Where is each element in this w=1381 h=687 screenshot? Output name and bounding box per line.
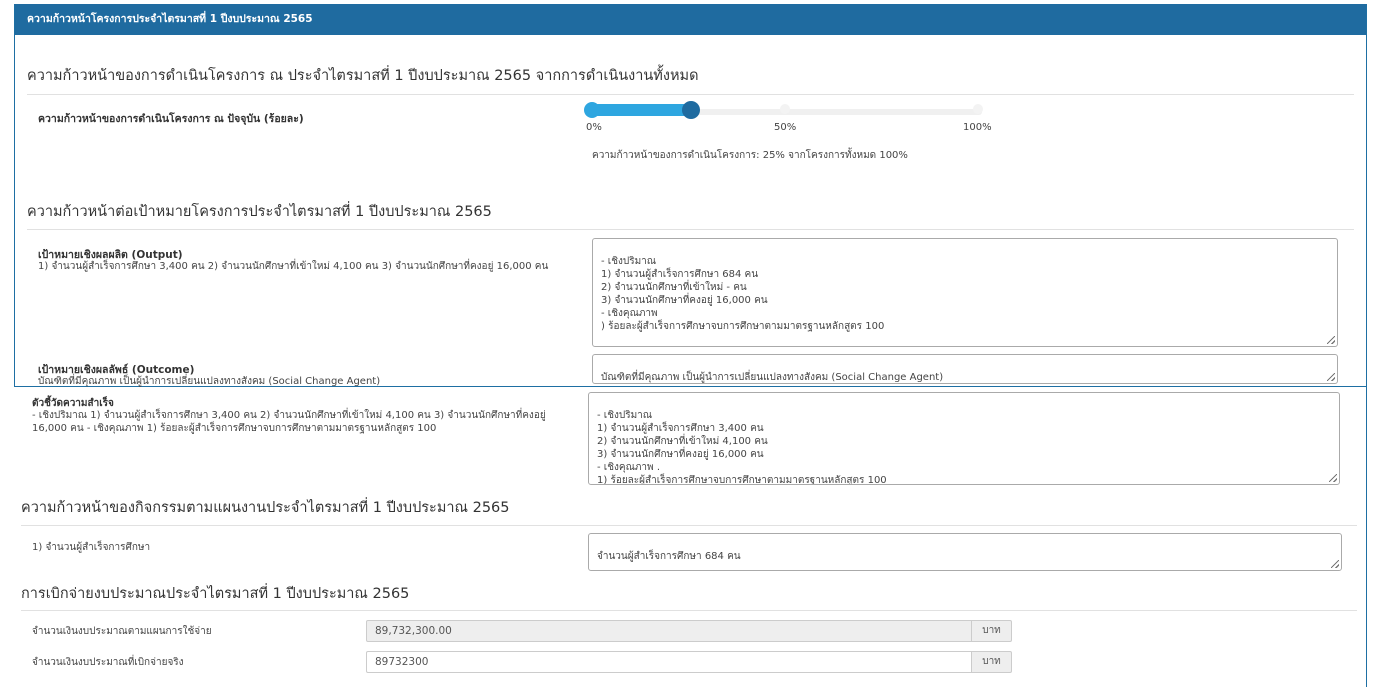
actual-budget-unit: บาท	[972, 651, 1012, 673]
divider	[27, 94, 1354, 95]
output-progress-text: - เชิงปริมาณ 1) จำนวนผู้สำเร็จการศึกษา 6…	[601, 256, 885, 332]
outcome-progress-textarea[interactable]: บัณฑิตที่มีคุณภาพ เป็นผู้นำการเปลี่ยนแปล…	[592, 354, 1338, 384]
planned-budget-label: จำนวนเงินงบประมาณตามแผนการใช้จ่าย	[32, 626, 212, 637]
resize-handle[interactable]	[1331, 560, 1339, 568]
progress-summary-text: ความก้าวหน้าของการดำเนินโครงการ: 25% จาก…	[592, 150, 908, 161]
section-title-activity-progress: ความก้าวหน้าของกิจกรรมตามแผนงานประจำไตรม…	[21, 500, 510, 516]
output-progress-textarea[interactable]: - เชิงปริมาณ 1) จำนวนผู้สำเร็จการศึกษา 6…	[592, 238, 1338, 347]
kpi-description: - เชิงปริมาณ 1) จำนวนผู้สำเร็จการศึกษา 3…	[32, 410, 546, 434]
resize-handle[interactable]	[1329, 474, 1337, 482]
section-title-target-progress: ความก้าวหน้าต่อเป้าหมายโครงการประจำไตรมา…	[27, 204, 492, 220]
panel-header: ความก้าวหน้าโครงการประจำไตรมาสที่ 1 ปีงบ…	[15, 4, 1366, 35]
tick-label-0: 0%	[586, 122, 602, 133]
resize-handle[interactable]	[1327, 336, 1335, 344]
slider-tick-50	[780, 104, 790, 114]
planned-budget-unit: บาท	[972, 620, 1012, 642]
slider-start-knob	[584, 102, 600, 118]
activity-progress-textarea[interactable]: จำนวนผู้สำเร็จการศึกษา 684 คน	[588, 533, 1342, 571]
kpi-progress-textarea[interactable]: - เชิงปริมาณ 1) จำนวนผู้สำเร็จการศึกษา 3…	[588, 392, 1340, 485]
actual-budget-input[interactable]: 89732300	[366, 651, 972, 673]
outcome-progress-text: บัณฑิตที่มีคุณภาพ เป็นผู้นำการเปลี่ยนแปล…	[601, 372, 944, 383]
section-title-overall-progress: ความก้าวหน้าของการดำเนินโครงการ ณ ประจำไ…	[27, 68, 699, 84]
progress-slider-fill	[592, 104, 690, 116]
progress-slider-handle[interactable]	[681, 101, 700, 119]
divider	[27, 229, 1354, 230]
activity-label: 1) จำนวนผู้สำเร็จการศึกษา	[32, 542, 151, 553]
slider-tick-100	[973, 104, 983, 114]
activity-progress-text: จำนวนผู้สำเร็จการศึกษา 684 คน	[597, 551, 741, 562]
kpi-progress-text: - เชิงปริมาณ 1) จำนวนผู้สำเร็จการศึกษา 3…	[597, 410, 887, 485]
tick-label-100: 100%	[963, 122, 992, 133]
progress-label: ความก้าวหน้าของการดำเนินโครงการ ณ ปัจจุบ…	[38, 113, 304, 125]
planned-budget-input: 89,732,300.00	[366, 620, 972, 642]
output-target-description: 1) จำนวนผู้สำเร็จการศึกษา 3,400 คน 2) จำ…	[38, 261, 549, 272]
divider	[21, 610, 1357, 611]
actual-budget-label: จำนวนเงินงบประมาณที่เบิกจ่ายจริง	[32, 657, 184, 668]
outcome-target-description: บัณฑิตที่มีคุณภาพ เป็นผู้นำการเปลี่ยนแปล…	[38, 376, 381, 387]
divider	[21, 525, 1357, 526]
resize-handle[interactable]	[1327, 373, 1335, 381]
tick-label-50: 50%	[774, 122, 797, 133]
section-title-budget: การเบิกจ่ายงบประมาณประจำไตรมาสที่ 1 ปีงบ…	[21, 586, 410, 602]
